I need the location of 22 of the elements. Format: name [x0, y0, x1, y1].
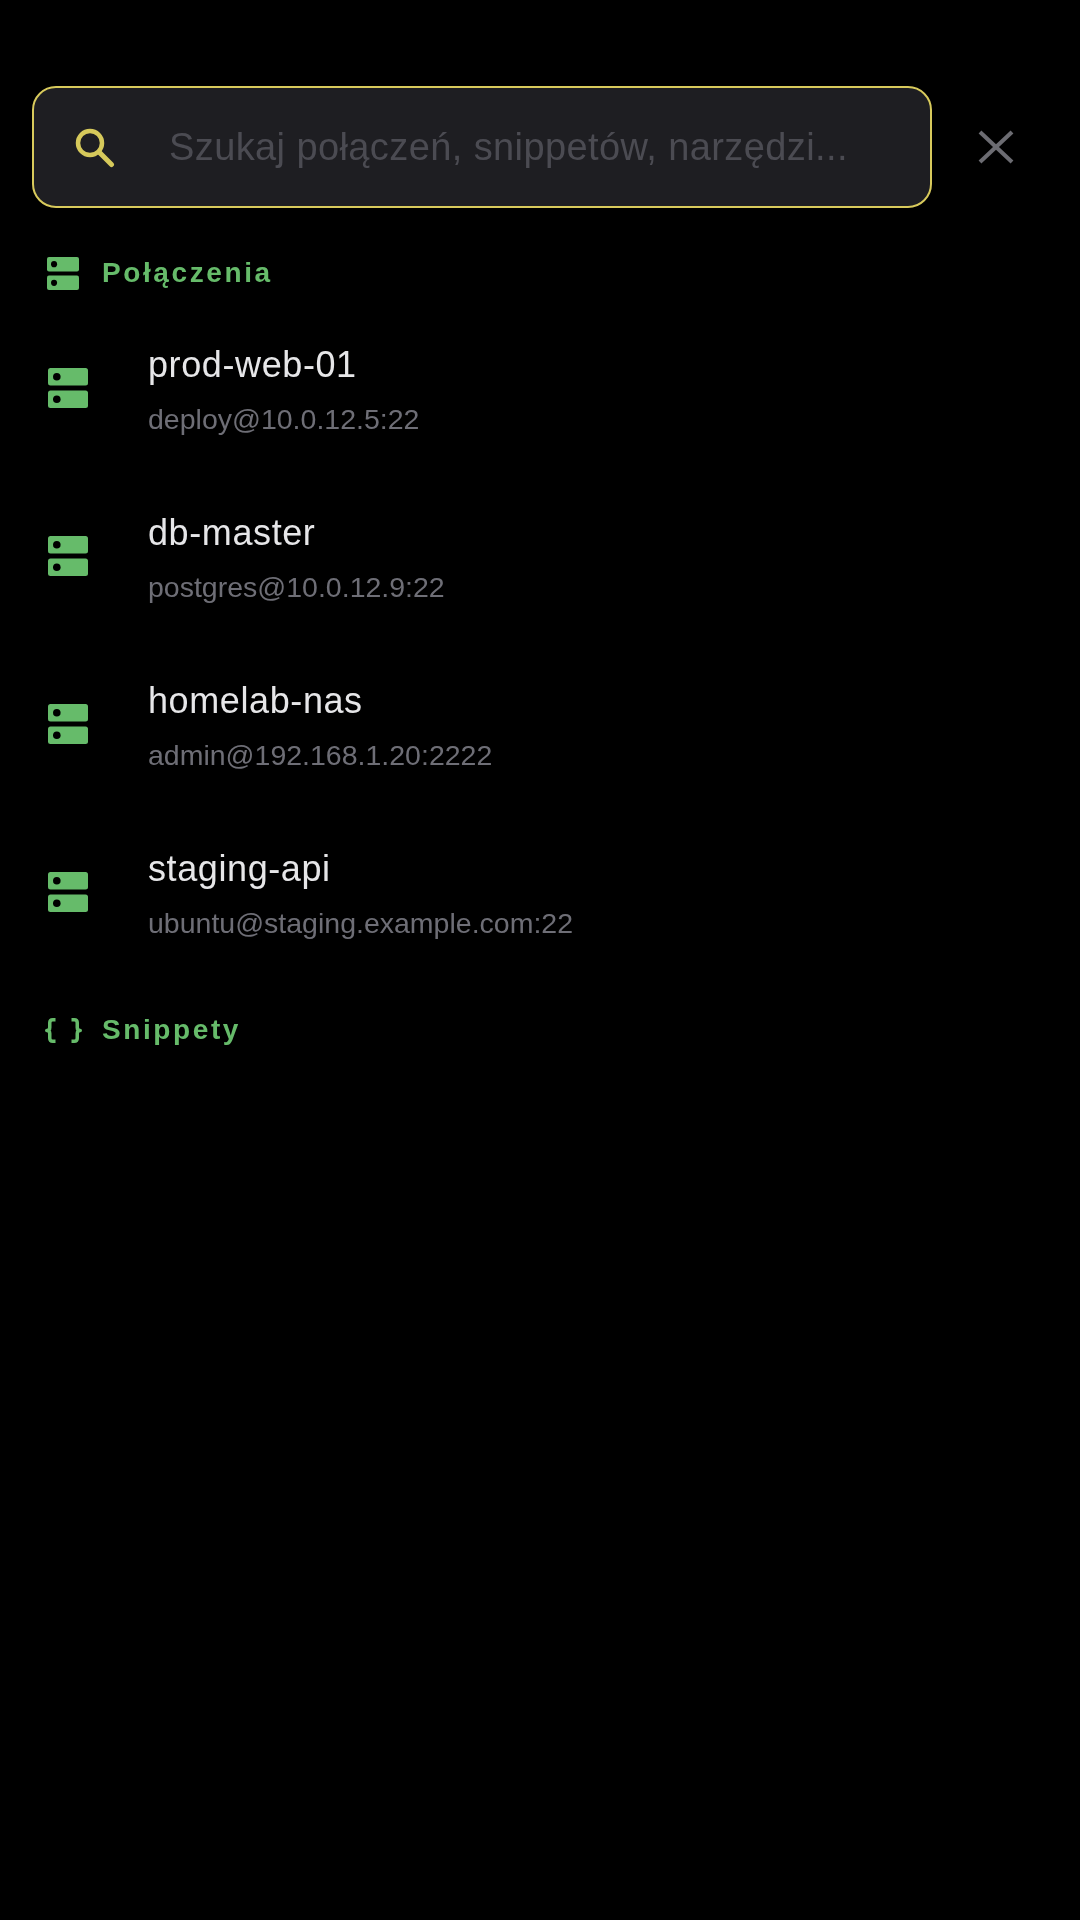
- server-icon: [48, 872, 88, 912]
- section-title: Snippety: [102, 1014, 242, 1046]
- connection-name: db-master: [148, 511, 317, 555]
- curly-braces-icon: [45, 1017, 82, 1043]
- server-icon: [48, 536, 88, 576]
- connection-address: ubuntu@staging.example.com:22: [148, 906, 574, 941]
- connection-name: homelab-nas: [148, 679, 364, 723]
- server-icon: [47, 256, 79, 290]
- connection-name: prod-web-01: [148, 343, 358, 387]
- connection-name: staging-api: [148, 847, 332, 891]
- connection-item[interactable]: prod-web-01 deploy@10.0.12.5:22: [0, 304, 1080, 472]
- section-title: Połączenia: [102, 257, 273, 289]
- connection-item[interactable]: db-master postgres@10.0.12.9:22: [0, 472, 1080, 640]
- server-icon: [48, 368, 88, 408]
- connection-address: postgres@10.0.12.9:22: [148, 570, 445, 605]
- server-icon: [48, 704, 88, 744]
- search-icon: [74, 126, 115, 168]
- connection-address: deploy@10.0.12.5:22: [148, 402, 420, 437]
- connection-item[interactable]: homelab-nas admin@192.168.1.20:2222: [0, 640, 1080, 808]
- close-icon: [978, 130, 1014, 164]
- connection-address: admin@192.168.1.20:2222: [148, 738, 493, 773]
- connection-item[interactable]: staging-api ubuntu@staging.example.com:22: [0, 808, 1080, 976]
